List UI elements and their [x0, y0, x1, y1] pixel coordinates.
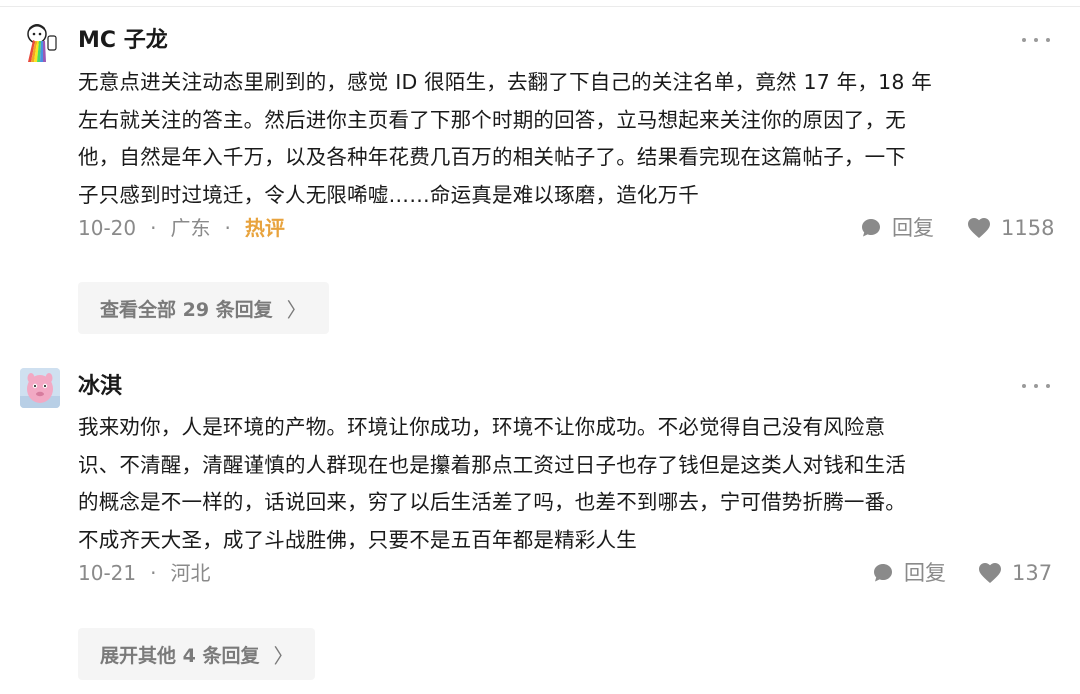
- reply-button[interactable]: 回复: [860, 214, 934, 242]
- heart-icon: [968, 218, 990, 238]
- comment-date: 10-21: [78, 561, 137, 585]
- like-count: 137: [1012, 561, 1053, 585]
- like-button[interactable]: 1158: [967, 214, 1054, 242]
- comment-line: 我来劝你，人是环境的产物。环境让你成功，环境不让你成功。不必觉得自己没有风险意: [78, 415, 886, 439]
- comment-author[interactable]: 冰淇: [78, 372, 122, 402]
- comment-line: 无意点进关注动态里刷到的，感觉 ID 很陌生，去翻了下自己的关注名单，竟然 17…: [78, 70, 932, 94]
- comment-location: 河北: [170, 561, 211, 585]
- reply-label: 回复: [892, 216, 934, 240]
- separator-dot: ·: [150, 561, 157, 585]
- comment-author[interactable]: MC 子龙: [78, 26, 168, 56]
- comment-line: 子只感到时过境迁，令人无限唏嘘……命运真是难以琢磨，造化万千: [78, 182, 699, 207]
- comment-meta: 10-21 · 河北: [78, 559, 210, 587]
- comment-line: 的概念是不一样的，话说回来，穷了以后生活差了吗，也差不到哪去，宁可借势折腾一番。: [78, 490, 906, 514]
- comment-location: 广东: [170, 216, 211, 240]
- comment-line: 不成齐天大圣，成了斗战胜佛，只要不是五百年都是精彩人生: [78, 527, 637, 552]
- separator-dot: ·: [224, 216, 231, 240]
- expand-label: 展开其他 4 条回复: [100, 644, 260, 667]
- comment-text: 无意点进关注动态里刷到的，感觉 ID 很陌生，去翻了下自己的关注名单，竟然 17…: [78, 64, 1058, 214]
- reply-label: 回复: [904, 561, 946, 585]
- comment-text: 我来劝你，人是环境的产物。环境让你成功，环境不让你成功。不必觉得自己没有风险意 …: [78, 409, 1058, 559]
- reply-bubble-icon: [862, 219, 880, 237]
- comment-line: 他，自然是年入千万，以及各种年花费几百万的相关帖子了。结果看完现在这篇帖子，一下: [78, 145, 906, 169]
- pink-creature-avatar-icon: [20, 368, 60, 408]
- rainbow-cartoon-avatar-icon: [20, 22, 60, 62]
- heart-icon: [979, 563, 1001, 583]
- avatar[interactable]: [20, 22, 60, 62]
- reply-bubble-icon: [874, 564, 892, 582]
- hot-comment-badge: 热评: [244, 216, 285, 240]
- comment-line: 左右就关注的答主。然后进你主页看了下那个时期的回答，立马想起来关注你的原因了，无: [78, 107, 906, 132]
- separator-dot: ·: [150, 216, 157, 240]
- like-button[interactable]: 137: [978, 559, 1052, 587]
- comment-meta: 10-20 · 广东 · 热评: [78, 214, 285, 242]
- comment-line: 识、不清醒，清醒谨慎的人群现在也是攥着那点工资过日子也存了钱但是这类人对钱和生活: [78, 452, 906, 477]
- chevron-right-icon: 〉: [286, 297, 307, 322]
- expand-other-replies-button[interactable]: 展开其他 4 条回复 〉: [78, 628, 316, 680]
- view-all-replies-button[interactable]: 查看全部 29 条回复 〉: [78, 282, 329, 334]
- comment-item: MC 子龙 无意点进关注动态里刷到的，感觉 ID 很陌生，去翻了下自己的关注名单…: [0, 0, 1080, 340]
- like-count: 1158: [1001, 216, 1055, 240]
- chevron-right-icon: 〉: [273, 643, 294, 668]
- comment-date: 10-20: [78, 216, 137, 240]
- reply-button[interactable]: 回复: [872, 559, 946, 587]
- more-options-icon[interactable]: [1022, 376, 1050, 396]
- more-options-icon[interactable]: [1022, 30, 1050, 50]
- avatar[interactable]: [20, 368, 60, 408]
- expand-label: 查看全部 29 条回复: [100, 298, 273, 321]
